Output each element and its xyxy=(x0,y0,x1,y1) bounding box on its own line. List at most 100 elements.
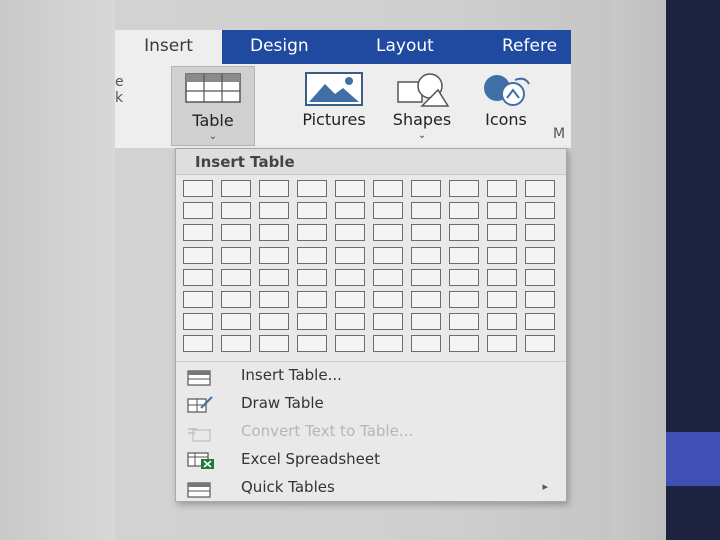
table-grid-cell[interactable] xyxy=(335,247,365,264)
table-grid-cell[interactable] xyxy=(259,313,289,330)
table-grid-cell[interactable] xyxy=(297,202,327,219)
table-grid-cell[interactable] xyxy=(335,313,365,330)
background-right xyxy=(612,0,666,540)
table-grid-cell[interactable] xyxy=(487,335,517,352)
table-grid-cell[interactable] xyxy=(221,224,251,241)
table-grid-cell[interactable] xyxy=(411,202,441,219)
table-grid-cell[interactable] xyxy=(335,335,365,352)
table-grid-cell[interactable] xyxy=(373,313,403,330)
table-grid-cell[interactable] xyxy=(449,269,479,286)
menu-item-label: Quick Tables xyxy=(241,478,335,496)
table-grid-cell[interactable] xyxy=(221,269,251,286)
table-grid-cell[interactable] xyxy=(297,313,327,330)
table-grid-cell[interactable] xyxy=(259,291,289,308)
table-grid-cell[interactable] xyxy=(487,313,517,330)
table-grid-cell[interactable] xyxy=(259,247,289,264)
table-grid-cell[interactable] xyxy=(297,224,327,241)
table-grid-cell[interactable] xyxy=(487,269,517,286)
table-grid-cell[interactable] xyxy=(221,291,251,308)
table-grid-cell[interactable] xyxy=(335,202,365,219)
table-grid-cell[interactable] xyxy=(449,224,479,241)
pictures-button-label: Pictures xyxy=(302,110,366,129)
table-grid-cell[interactable] xyxy=(411,247,441,264)
pictures-button[interactable]: Pictures xyxy=(291,66,377,146)
table-grid-cell[interactable] xyxy=(525,247,555,264)
table-grid-cell[interactable] xyxy=(449,247,479,264)
table-grid-cell[interactable] xyxy=(183,180,213,197)
table-grid-cell[interactable] xyxy=(411,269,441,286)
table-grid-cell[interactable] xyxy=(183,224,213,241)
tab-references[interactable]: Refere xyxy=(502,30,571,64)
ribbon-tab-bar: Insert Design Layout Refere xyxy=(115,30,571,64)
table-grid-cell[interactable] xyxy=(525,291,555,308)
table-grid-cell[interactable] xyxy=(411,313,441,330)
table-grid-cell[interactable] xyxy=(335,180,365,197)
table-grid-cell[interactable] xyxy=(297,291,327,308)
table-grid-cell[interactable] xyxy=(411,224,441,241)
table-grid-cell[interactable] xyxy=(183,202,213,219)
table-grid-cell[interactable] xyxy=(373,180,403,197)
menu-item-insert-table[interactable]: Insert Table... xyxy=(176,361,566,389)
table-grid-cell[interactable] xyxy=(221,335,251,352)
menu-item-excel-spreadsheet[interactable]: Excel Spreadsheet xyxy=(176,445,566,473)
table-grid-cell[interactable] xyxy=(335,269,365,286)
table-grid-cell[interactable] xyxy=(373,202,403,219)
tab-layout[interactable]: Layout xyxy=(376,30,434,64)
shapes-button[interactable]: Shapes ⌄ xyxy=(383,66,461,146)
table-grid-cell[interactable] xyxy=(221,313,251,330)
shapes-button-label: Shapes xyxy=(392,110,452,129)
table-grid-cell[interactable] xyxy=(297,247,327,264)
table-grid-cell[interactable] xyxy=(487,291,517,308)
table-grid-cell[interactable] xyxy=(487,180,517,197)
table-grid-cell[interactable] xyxy=(449,180,479,197)
table-grid-cell[interactable] xyxy=(487,224,517,241)
table-grid-cell[interactable] xyxy=(183,335,213,352)
table-grid-cell[interactable] xyxy=(449,335,479,352)
table-grid-cell[interactable] xyxy=(487,247,517,264)
table-grid-cell[interactable] xyxy=(525,269,555,286)
table-grid-cell[interactable] xyxy=(525,335,555,352)
table-grid-cell[interactable] xyxy=(525,180,555,197)
side-panel-accent xyxy=(666,432,720,486)
table-grid-cell[interactable] xyxy=(221,180,251,197)
table-grid-cell[interactable] xyxy=(297,335,327,352)
table-grid-cell[interactable] xyxy=(297,269,327,286)
table-grid-cell[interactable] xyxy=(373,335,403,352)
table-grid-cell[interactable] xyxy=(335,224,365,241)
table-grid-cell[interactable] xyxy=(259,180,289,197)
table-grid-cell[interactable] xyxy=(335,291,365,308)
menu-item-convert-text-to-table: Convert Text to Table... xyxy=(176,417,566,445)
table-grid-cell[interactable] xyxy=(411,335,441,352)
table-grid-cell[interactable] xyxy=(411,180,441,197)
table-grid-cell[interactable] xyxy=(411,291,441,308)
table-grid-cell[interactable] xyxy=(525,202,555,219)
table-grid-cell[interactable] xyxy=(259,224,289,241)
table-grid-cell[interactable] xyxy=(373,269,403,286)
table-grid-cell[interactable] xyxy=(525,224,555,241)
table-grid-cell[interactable] xyxy=(183,291,213,308)
table-grid-cell[interactable] xyxy=(183,247,213,264)
table-grid-cell[interactable] xyxy=(297,180,327,197)
table-grid-cell[interactable] xyxy=(259,269,289,286)
tab-design[interactable]: Design xyxy=(250,30,309,64)
table-grid-cell[interactable] xyxy=(259,335,289,352)
table-grid-cell[interactable] xyxy=(183,313,213,330)
tab-insert[interactable]: Insert xyxy=(115,30,222,64)
table-button[interactable]: Table ⌄ xyxy=(171,66,255,146)
table-grid-cell[interactable] xyxy=(221,202,251,219)
table-grid-cell[interactable] xyxy=(449,313,479,330)
table-size-grid[interactable] xyxy=(183,180,563,358)
table-grid-cell[interactable] xyxy=(449,291,479,308)
table-grid-cell[interactable] xyxy=(449,202,479,219)
table-grid-cell[interactable] xyxy=(373,224,403,241)
table-grid-cell[interactable] xyxy=(525,313,555,330)
table-grid-cell[interactable] xyxy=(259,202,289,219)
icons-button[interactable]: Icons xyxy=(471,66,541,146)
table-grid-cell[interactable] xyxy=(373,247,403,264)
table-grid-cell[interactable] xyxy=(373,291,403,308)
table-grid-cell[interactable] xyxy=(183,269,213,286)
menu-item-draw-table[interactable]: Draw Table xyxy=(176,389,566,417)
table-grid-cell[interactable] xyxy=(221,247,251,264)
menu-item-quick-tables[interactable]: Quick Tables ▸ xyxy=(176,473,566,501)
table-grid-cell[interactable] xyxy=(487,202,517,219)
